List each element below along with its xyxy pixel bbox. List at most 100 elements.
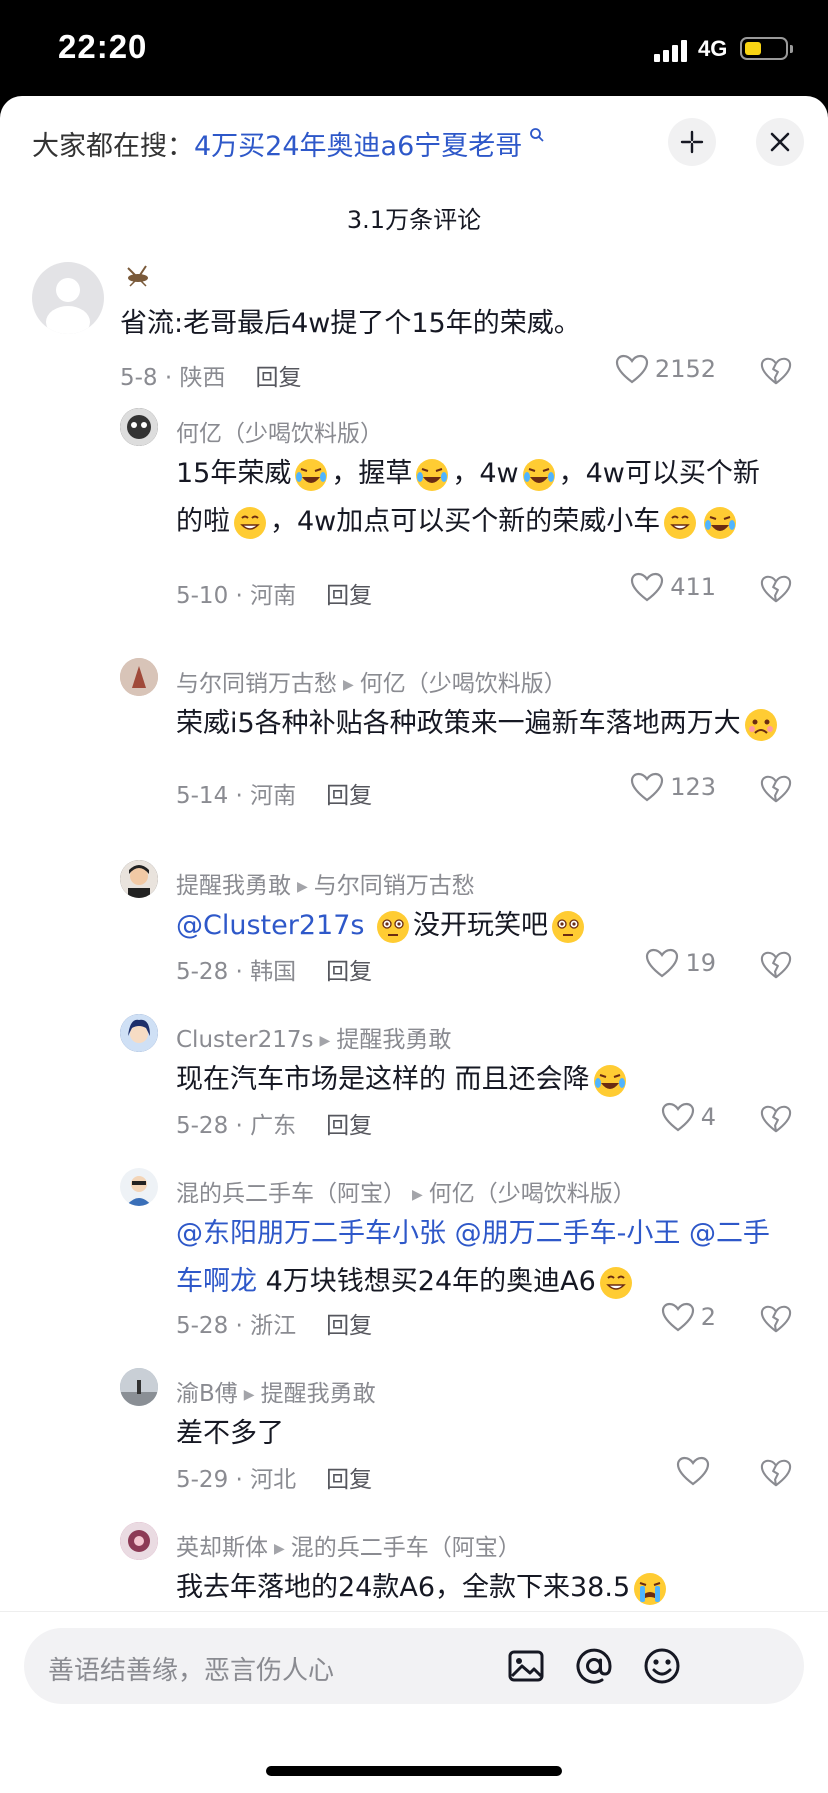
reply-button[interactable]: 回复 (326, 1313, 372, 1339)
reply-to-username[interactable]: 何亿（少喝饮料版） (429, 1181, 636, 1207)
comment-meta: 5-14 · 河南 回复 (176, 776, 372, 810)
avatar[interactable] (32, 262, 104, 334)
dislike-button[interactable] (760, 356, 792, 390)
image-icon[interactable] (504, 1644, 548, 1688)
reply-arrow-icon: ▶ (243, 1386, 255, 1403)
like-count: 2152 (654, 355, 716, 383)
reply-to-username[interactable]: 提醒我勇敢 (261, 1381, 376, 1407)
reply-arrow-icon: ▶ (297, 878, 308, 895)
mention-link[interactable]: @Cluster217s (176, 910, 364, 941)
heart-icon (661, 1302, 694, 1332)
reply-button[interactable]: 回复 (256, 365, 302, 391)
heart-icon (676, 1456, 710, 1486)
avatar[interactable] (120, 658, 158, 696)
avatar[interactable] (120, 860, 158, 898)
comment-input-placeholder: 善语结善缘，恶言伤人心 (48, 1656, 335, 1686)
like-button[interactable]: 2 (566, 1302, 716, 1332)
reply-button[interactable]: 回复 (326, 1467, 372, 1493)
mention-link[interactable]: @朋万二手车-小王 (455, 1218, 681, 1249)
comment-text: @东阳朋万二手车小张 @朋万二手车-小王 @二手车啊龙 4万块钱想买24年的奥迪… (176, 1210, 796, 1306)
emoji-icon[interactable] (640, 1644, 684, 1688)
reply-button[interactable]: 回复 (326, 1113, 372, 1139)
like-button[interactable]: 4 (566, 1102, 716, 1132)
comment-text: 荣威i5各种补贴各种政策来一遍新车落地两万大 (176, 700, 796, 748)
like-count: 411 (670, 573, 716, 601)
avatar[interactable] (120, 1168, 158, 1206)
user-avatar-emoji-icon[interactable] (120, 258, 156, 298)
comment-username-line: 提醒我勇敢 ▶ 与尔同销万古愁 (176, 866, 475, 900)
avatar[interactable] (120, 408, 158, 446)
dislike-button[interactable] (760, 1104, 792, 1138)
comment-count: 3.1万条评论 (346, 206, 482, 234)
like-button[interactable] (566, 1456, 716, 1486)
reply-to-username[interactable]: 何亿（少喝饮料版） (360, 671, 567, 697)
comment-text: @Cluster217s 没开玩笑吧 (176, 902, 786, 950)
reply-button[interactable]: 回复 (326, 959, 372, 985)
comment-date: 5-10 · 河南 (176, 583, 297, 609)
like-button[interactable]: 123 (566, 772, 716, 802)
reply-arrow-icon: ▶ (319, 1032, 331, 1049)
comment-text: 我去年落地的24款A6，全款下来38.5 (176, 1564, 786, 1612)
comment-meta: 5-28 · 广东 回复 (176, 1106, 372, 1140)
reply-button[interactable]: 回复 (326, 783, 372, 809)
comment-username[interactable]: Cluster217s (176, 1027, 314, 1053)
reply-button[interactable]: 回复 (326, 583, 372, 609)
dislike-button[interactable] (760, 1458, 792, 1492)
reply-to-username[interactable]: 混的兵二手车（阿宝） (291, 1535, 521, 1561)
comment-meta: 5-8 · 陕西 回复 (120, 358, 302, 392)
home-indicator[interactable] (266, 1766, 562, 1776)
crying-emoji-icon (632, 1571, 668, 1607)
close-button[interactable] (756, 118, 804, 166)
avatar[interactable] (120, 1522, 158, 1560)
reply-arrow-icon: ▶ (274, 1540, 285, 1557)
comment-text: 省流:老哥最后4w提了个15年的荣威。 (120, 308, 581, 339)
comment-username[interactable]: 混的兵二手车（阿宝） (176, 1181, 406, 1207)
comment-username-line: Cluster217s ▶ 提醒我勇敢 (176, 1020, 451, 1054)
broken-heart-icon (760, 1105, 792, 1133)
battery-icon (740, 37, 793, 60)
heart-icon (661, 1102, 694, 1132)
broken-heart-icon (760, 775, 792, 803)
comment-text: 15年荣威 ，握草 ，4w ，4w可以买个新的啦 ，4w加点可以买个新的荣威小车 (176, 450, 776, 546)
comment-username[interactable]: 渝B傅 (176, 1381, 238, 1407)
comment-text-part: 4万块钱想买24年的奥迪A6 (265, 1266, 596, 1297)
comment-text-part: 没开玩笑吧 (413, 910, 549, 941)
broken-heart-icon (760, 575, 792, 603)
comment-date: 5-8 · 陕西 (120, 365, 226, 391)
like-button[interactable]: 411 (566, 572, 716, 602)
status-time: 22:20 (58, 28, 148, 65)
heart-icon (631, 772, 664, 802)
laugh-cry-emoji-icon (702, 505, 738, 541)
like-button[interactable]: 19 (566, 948, 716, 978)
reply-to-username[interactable]: 与尔同销万古愁 (314, 873, 475, 899)
mention-link[interactable]: @东阳朋万二手车小张 (176, 1218, 446, 1249)
trending-search-term[interactable]: 4万买24年奥迪a6宁夏老哥 (194, 131, 522, 162)
comment-date: 5-28 · 浙江 (176, 1313, 297, 1339)
close-icon (770, 132, 790, 152)
broken-heart-icon (760, 951, 792, 979)
dislike-button[interactable] (760, 574, 792, 608)
broken-heart-icon (760, 1305, 792, 1333)
trending-search[interactable]: 大家都在搜：4万买24年奥迪a6宁夏老哥 (32, 124, 545, 163)
comment-text: 现在汽车市场是这样的 而且还会降 (176, 1056, 786, 1104)
trending-search-prefix: 大家都在搜： (32, 131, 194, 162)
comment-username[interactable]: 何亿（少喝饮料版） (176, 414, 383, 448)
comment-username[interactable]: 提醒我勇敢 (176, 873, 291, 899)
mention-at-icon[interactable] (572, 1644, 616, 1688)
reply-to-username[interactable]: 提醒我勇敢 (336, 1027, 451, 1053)
comment-username[interactable]: 英却斯体 (176, 1535, 268, 1561)
comment-username[interactable]: 与尔同销万古愁 (176, 671, 337, 697)
collapse-button[interactable] (668, 118, 716, 166)
comment-text-part: 荣威i5各种补贴各种政策来一遍新车落地两万大 (176, 708, 741, 739)
like-button[interactable]: 2152 (566, 354, 716, 384)
avatar[interactable] (120, 1368, 158, 1406)
avatar[interactable] (120, 1014, 158, 1052)
dislike-button[interactable] (760, 1304, 792, 1338)
like-count: 4 (700, 1103, 716, 1131)
comment-username-line: 渝B傅 ▶ 提醒我勇敢 (176, 1374, 376, 1408)
grin-emoji-icon (662, 505, 698, 541)
dislike-button[interactable] (760, 950, 792, 984)
comment-input[interactable]: 善语结善缘，恶言伤人心 (24, 1628, 804, 1704)
like-count: 2 (700, 1303, 716, 1331)
dislike-button[interactable] (760, 774, 792, 808)
